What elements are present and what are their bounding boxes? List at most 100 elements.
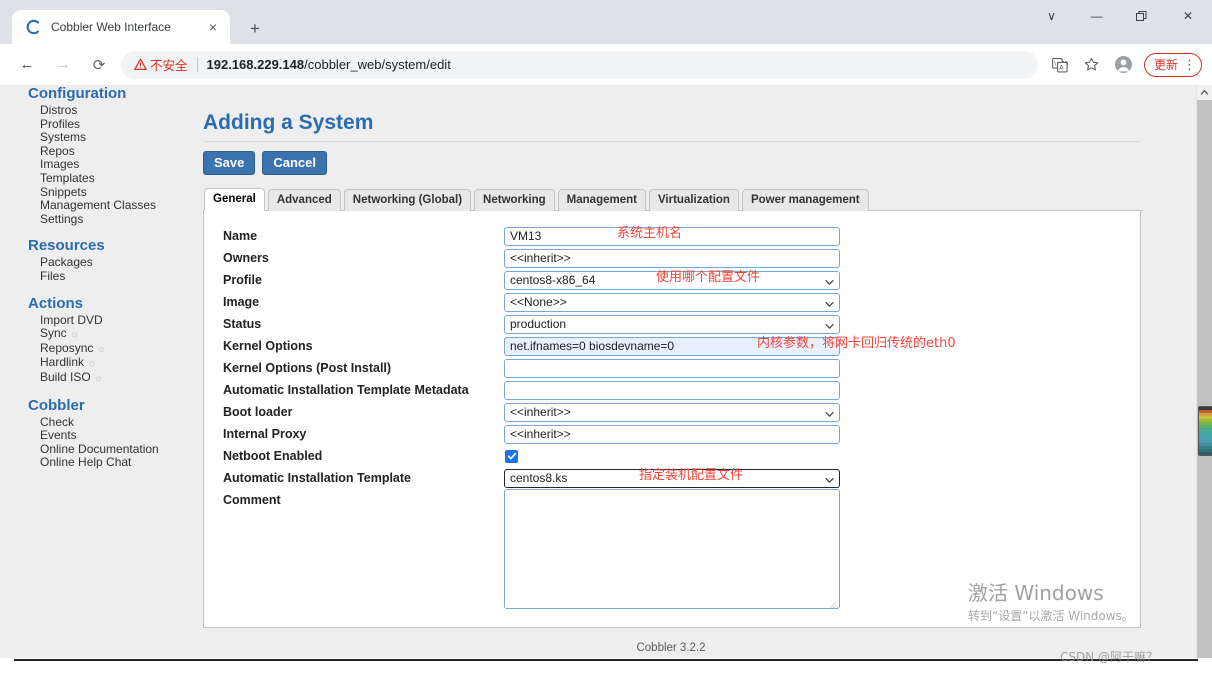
netboot-enabled-checkbox[interactable] [505,449,518,463]
cancel-button[interactable]: Cancel [262,151,328,175]
control-kernel-options: 内核参数，将网卡回归传统的eth0 [504,336,956,356]
tab-networking[interactable]: Networking [474,189,555,211]
profile-select-value: centos8-x86_64 [510,272,596,287]
forward-icon[interactable]: → [49,51,77,79]
sidebar-item-repos[interactable]: Repos [0,144,196,159]
omnibox-divider [196,57,198,72]
field-row-netboot-enabled: Netboot Enabled [204,445,1140,467]
gear-icon: ☼ [70,329,80,341]
address-bar-url: 192.168.229.148/cobbler_web/system/edit [207,57,451,72]
reload-icon[interactable]: ⟳ [85,51,113,79]
sidebar-item-build-iso[interactable]: Build ISO ☼ [0,370,196,386]
chevron-down-icon[interactable]: ∨ [1029,0,1074,32]
csdn-watermark: CSDN @阿干嘛？ [1060,650,1159,664]
new-tab-button[interactable]: + [243,16,267,40]
status-select[interactable]: production [504,314,840,334]
chevron-down-icon [825,473,834,483]
update-button[interactable]: 更新 ⋮ [1143,52,1202,77]
windows-activation-watermark: 激活 Windows 转到“设置”以激活 Windows。 [968,581,1198,625]
back-icon[interactable]: ← [13,51,41,79]
scrollbar-thumb[interactable] [1198,406,1212,456]
url-host: 192.168.229.148 [206,57,305,72]
sidebar-item-packages[interactable]: Packages [0,256,196,270]
control-image: <<None>> [504,292,840,312]
sidebar-item-reposync[interactable]: Reposync ☼ [0,341,196,357]
sidebar-item-systems[interactable]: Systems [0,131,196,145]
title-divider [203,141,1141,142]
auto-install-template-select-value: centos8.ks [510,470,568,485]
sidebar-item-templates[interactable]: Templates [0,171,196,186]
image-select[interactable]: <<None>> [504,292,840,312]
main-content: Adding a System Save Cancel General Adva… [203,110,1143,654]
sidebar-item-snippets[interactable]: Snippets [0,185,196,200]
insecure-label: 不安全 [150,59,188,73]
maximize-icon[interactable] [1119,0,1164,32]
field-row-profile: Profile centos8-x86_64 使用哪个配置文件 [204,269,1140,291]
owners-input[interactable] [504,248,840,268]
sidebar-item-label: Sync [40,326,67,341]
control-kernel-options-post-install [504,358,840,378]
internal-proxy-input[interactable] [504,424,840,444]
sidebar-item-online-documentation[interactable]: Online Documentation [0,442,196,457]
control-status: production [504,314,840,334]
sidebar-item-profiles[interactable]: Profiles [0,117,196,132]
form-tabs: General Advanced Networking (Global) Net… [203,187,1143,211]
sidebar-item-hardlink[interactable]: Hardlink ☼ [0,356,196,371]
tab-advanced[interactable]: Advanced [267,189,341,211]
cobbler-page: cobbler Configuration Distros Profiles S… [0,85,1197,658]
sidebar-group-cobbler: Cobbler Check Events Online Documentatio… [0,397,196,470]
sidebar-item-files[interactable]: Files [0,269,196,284]
control-netboot-enabled [504,449,518,463]
auto-install-template-metadata-input[interactable] [504,380,840,400]
kernel-options-post-install-input[interactable] [504,358,840,378]
sidebar-item-distros[interactable]: Distros [0,103,196,118]
chevron-down-icon [825,297,834,307]
page-title: Adding a System [203,111,374,134]
comment-textarea[interactable] [504,489,840,609]
tab-virtualization[interactable]: Virtualization [648,189,739,211]
sidebar: Configuration Distros Profiles Systems R… [0,85,196,658]
sidebar-item-events[interactable]: Events [0,428,196,443]
tab-management[interactable]: Management [557,189,646,211]
sidebar-item-online-help-chat[interactable]: Online Help Chat [0,456,196,470]
sidebar-item-label: Import DVD [40,312,103,327]
resize-handle-icon[interactable] [827,596,837,609]
profile-avatar-icon[interactable] [1111,52,1137,78]
save-button[interactable]: Save [203,151,256,175]
field-row-image: Image <<None>> [204,291,1140,313]
sidebar-item-label: Hardlink [40,355,85,370]
gear-icon: ☼ [94,372,104,384]
sidebar-item-images[interactable]: Images [0,158,196,172]
minimize-icon[interactable]: — [1074,0,1119,32]
browser-tab[interactable]: Cobbler Web Interface × [12,10,230,44]
chevron-down-icon [825,275,834,285]
sidebar-item-management-classes[interactable]: Management Classes [0,199,196,213]
tab-general[interactable]: General [204,188,265,211]
scroll-up-arrow-icon[interactable] [1197,85,1212,100]
sidebar-item-check[interactable]: Check [0,415,196,430]
tab-networking-global[interactable]: Networking (Global) [343,189,472,211]
browser-toolbar: ← → ⟳ 不安全 192.168.229.148/cobbler_web/sy… [0,44,1212,85]
translate-icon[interactable]: \u6587 A [1047,52,1073,78]
url-path: /cobbler_web/system/edit [304,57,451,72]
sidebar-item-import-dvd[interactable]: Import DVD [0,312,196,328]
boot-loader-select[interactable]: <<inherit>> [504,402,840,422]
tabstrip: Cobbler Web Interface × + [0,0,1000,44]
tab-power-management[interactable]: Power management [741,189,869,211]
close-icon[interactable]: × [204,18,222,36]
page-scrollbar[interactable] [1196,85,1212,658]
window-close-icon[interactable]: ✕ [1164,0,1212,32]
label-auto-install-template-metadata: Automatic Installation Template Metadata [223,383,469,397]
sidebar-heading-configuration: Configuration [28,85,127,102]
field-row-owners: Owners [204,247,1140,269]
control-comment [504,489,840,609]
address-bar[interactable]: 不安全 192.168.229.148/cobbler_web/system/e… [121,50,1038,79]
field-row-name: Name 系统主机名 [204,225,1140,247]
scrollbar-track[interactable] [1197,100,1212,658]
sidebar-item-sync[interactable]: Sync ☼ [0,326,196,342]
kebab-menu-icon[interactable]: ⋮ [1183,58,1196,71]
windows-activation-subtitle: 转到“设置”以激活 Windows。 [968,609,1134,623]
update-label: 更新 [1153,58,1178,72]
sidebar-item-settings[interactable]: Settings [0,212,196,227]
bookmark-star-icon[interactable] [1079,52,1105,78]
